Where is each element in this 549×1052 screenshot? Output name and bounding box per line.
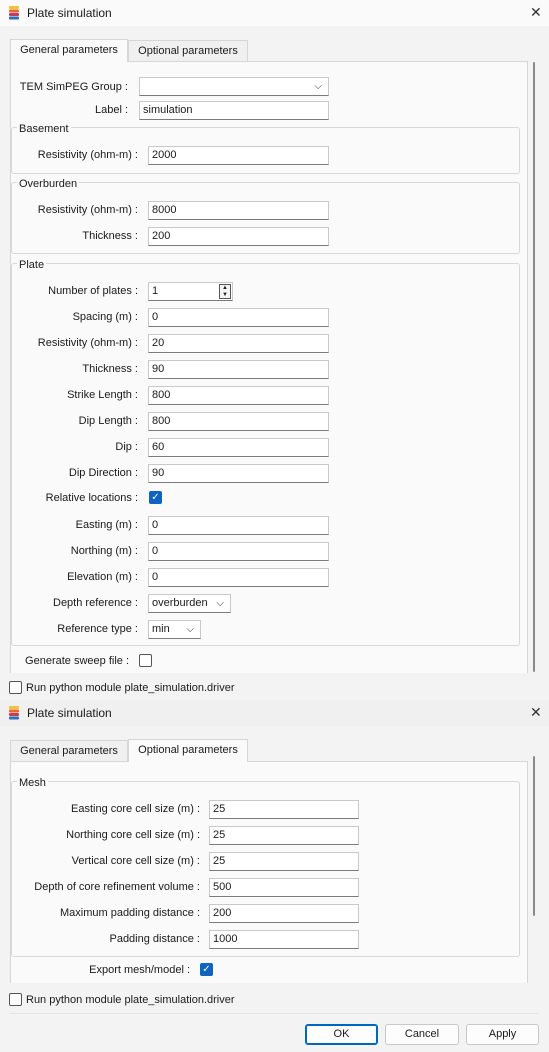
overburden-thickness-label: Thickness : xyxy=(82,230,138,242)
northing-cell-label: Northing core cell size (m) : xyxy=(66,829,200,841)
export-mesh-checkbox[interactable]: ✓ xyxy=(200,963,213,976)
elevation-label: Elevation (m) : xyxy=(67,571,138,583)
basement-resistivity-label: Resistivity (ohm-m) : xyxy=(37,149,138,161)
dip-length-input[interactable]: 800 xyxy=(148,412,329,431)
spin-up-icon[interactable]: ▲ xyxy=(220,285,230,292)
title-bar: Plate simulation ✕ xyxy=(0,0,549,26)
northing-input[interactable]: 0 xyxy=(148,542,329,561)
overburden-title: Overburden xyxy=(17,178,80,190)
title-bar: Plate simulation ✕ xyxy=(0,700,549,726)
run-module-label: Run python module plate_simulation.drive… xyxy=(26,682,235,694)
vertical-cell-input[interactable]: 25 xyxy=(209,852,359,871)
plate-resistivity-label: Resistivity (ohm-m) : xyxy=(37,337,138,349)
dip-input[interactable]: 60 xyxy=(148,438,329,457)
plates-count-label: Number of plates : xyxy=(48,285,138,297)
basement-title: Basement xyxy=(17,123,71,135)
overburden-thickness-input[interactable]: 200 xyxy=(148,227,329,246)
dip-length-label: Dip Length : xyxy=(78,415,138,427)
checkmark-icon: ✓ xyxy=(151,492,160,503)
spacing-label: Spacing (m) : xyxy=(72,311,138,323)
depth-reference-select[interactable]: overburden ⌵ xyxy=(148,594,231,613)
ok-button[interactable]: OK xyxy=(305,1024,378,1045)
close-icon[interactable]: ✕ xyxy=(530,704,542,721)
run-module-label: Run python module plate_simulation.drive… xyxy=(26,994,235,1006)
basement-resistivity-input[interactable]: 2000 xyxy=(148,146,329,165)
run-module-checkbox[interactable] xyxy=(9,681,22,694)
mesh-title: Mesh xyxy=(17,777,48,789)
app-icon xyxy=(9,6,19,20)
depth-refinement-label: Depth of core refinement volume : xyxy=(34,881,200,893)
scrollbar[interactable] xyxy=(533,62,535,672)
window-title: Plate simulation xyxy=(27,6,112,20)
tab-general-parameters[interactable]: General parameters xyxy=(10,39,128,62)
vertical-cell-label: Vertical core cell size (m) : xyxy=(71,855,200,867)
chevron-down-icon: ⌵ xyxy=(186,624,194,635)
close-icon[interactable]: ✕ xyxy=(530,4,542,21)
spin-down-icon[interactable]: ▼ xyxy=(220,292,230,299)
sweep-file-checkbox[interactable] xyxy=(139,654,152,667)
reference-type-label: Reference type : xyxy=(57,623,138,635)
overburden-resistivity-input[interactable]: 8000 xyxy=(148,201,329,220)
run-module-checkbox[interactable] xyxy=(9,993,22,1006)
divider xyxy=(9,1013,539,1014)
apply-button[interactable]: Apply xyxy=(466,1024,539,1045)
spin-buttons[interactable]: ▲ ▼ xyxy=(219,284,231,299)
easting-label: Easting (m) : xyxy=(75,519,138,531)
scrollbar[interactable] xyxy=(533,756,535,916)
max-padding-label: Maximum padding distance : xyxy=(59,907,200,919)
northing-label: Northing (m) : xyxy=(70,545,138,557)
plate-title: Plate xyxy=(17,259,47,271)
northing-cell-input[interactable]: 25 xyxy=(209,826,359,845)
relative-locations-checkbox[interactable]: ✓ xyxy=(149,491,162,504)
strike-length-label: Strike Length : xyxy=(67,389,138,401)
max-padding-input[interactable]: 200 xyxy=(209,904,359,923)
padding-distance-label: Padding distance : xyxy=(109,933,200,945)
tem-group-label: TEM SimPEG Group : xyxy=(19,81,128,93)
plate-thickness-label: Thickness : xyxy=(82,363,138,375)
window-title: Plate simulation xyxy=(27,706,112,720)
depth-reference-label: Depth reference : xyxy=(53,597,138,609)
relative-locations-label: Relative locations : xyxy=(45,492,138,504)
strike-length-input[interactable]: 800 xyxy=(148,386,329,405)
dip-direction-label: Dip Direction : xyxy=(68,467,138,479)
tab-general-parameters[interactable]: General parameters xyxy=(10,740,128,762)
tab-optional-parameters[interactable]: Optional parameters xyxy=(128,40,248,62)
export-mesh-label: Export mesh/model : xyxy=(89,964,190,976)
easting-input[interactable]: 0 xyxy=(148,516,329,535)
padding-distance-input[interactable]: 1000 xyxy=(209,930,359,949)
app-icon xyxy=(9,706,19,720)
overburden-resistivity-label: Resistivity (ohm-m) : xyxy=(37,204,138,216)
tem-group-select[interactable]: ⌵ xyxy=(139,77,329,96)
label-input[interactable]: simulation xyxy=(139,101,329,120)
checkmark-icon: ✓ xyxy=(202,964,211,975)
plate-resistivity-input[interactable]: 20 xyxy=(148,334,329,353)
tab-optional-parameters[interactable]: Optional parameters xyxy=(128,739,248,762)
cancel-button[interactable]: Cancel xyxy=(385,1024,459,1045)
chevron-down-icon: ⌵ xyxy=(216,598,224,609)
dip-label: Dip : xyxy=(115,441,138,453)
spacing-input[interactable]: 0 xyxy=(148,308,329,327)
elevation-input[interactable]: 0 xyxy=(148,568,329,587)
chevron-down-icon: ⌵ xyxy=(314,81,322,92)
sweep-file-label: Generate sweep file : xyxy=(25,655,129,667)
plate-thickness-input[interactable]: 90 xyxy=(148,360,329,379)
reference-type-select[interactable]: min ⌵ xyxy=(148,620,201,639)
easting-cell-label: Easting core cell size (m) : xyxy=(71,803,200,815)
plates-count-spinbox[interactable]: 1 ▲ ▼ xyxy=(148,282,233,301)
easting-cell-input[interactable]: 25 xyxy=(209,800,359,819)
depth-refinement-input[interactable]: 500 xyxy=(209,878,359,897)
dip-direction-input[interactable]: 90 xyxy=(148,464,329,483)
label-label: Label : xyxy=(94,104,128,116)
